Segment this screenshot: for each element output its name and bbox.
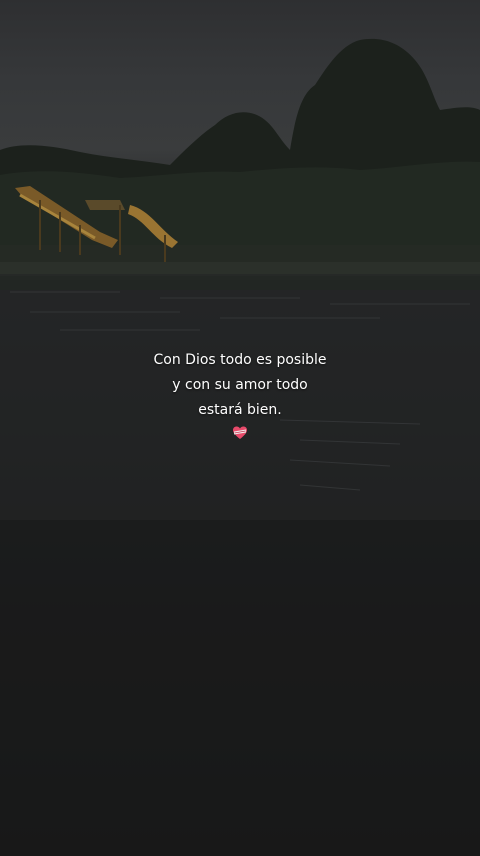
heart-ribbon-icon — [232, 425, 248, 441]
caption-line-3: estará bien. — [198, 402, 282, 418]
photo-background: Con Dios todo es posible y con su amor t… — [0, 0, 480, 856]
caption-text: Con Dios todo es posible y con su amor t… — [0, 348, 480, 450]
caption-line-1: Con Dios todo es posible — [153, 352, 327, 368]
shoreline — [0, 262, 480, 276]
water-shadow — [0, 520, 480, 856]
caption-line-2: y con su amor todo — [172, 377, 308, 393]
